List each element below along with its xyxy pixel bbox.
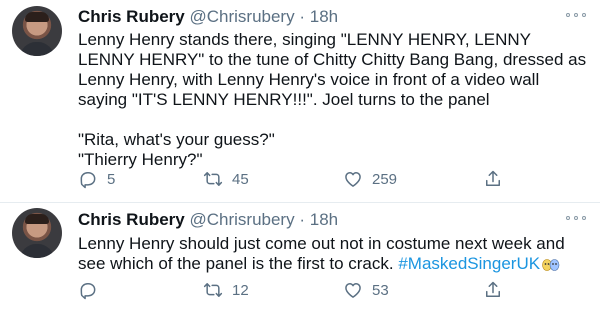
reply-count: 5 — [107, 170, 116, 188]
hashtag-link[interactable]: #MaskedSingerUK — [398, 254, 540, 273]
action-bar: 12 53 — [78, 278, 588, 302]
timestamp[interactable]: 18h — [310, 7, 338, 26]
retweet-count: 12 — [232, 281, 249, 299]
reply-button[interactable] — [78, 278, 107, 302]
masks-emoji — [542, 258, 560, 271]
retweet-icon — [203, 172, 223, 186]
timestamp[interactable]: 18h — [310, 210, 338, 229]
reply-button[interactable]: 5 — [78, 167, 115, 191]
like-button[interactable]: 259 — [343, 167, 397, 191]
separator: · — [299, 7, 306, 26]
heart-icon — [345, 172, 361, 187]
heart-icon — [345, 283, 361, 298]
tweet-text: Lenny Henry should just come out not in … — [78, 234, 588, 274]
share-button[interactable] — [483, 278, 503, 302]
share-button[interactable] — [483, 167, 503, 191]
more-icon[interactable] — [566, 215, 586, 221]
author-handle[interactable]: @Chrisrubery — [189, 210, 294, 229]
share-icon — [486, 281, 500, 297]
author-name[interactable]: Chris Rubery — [78, 7, 185, 26]
reply-icon — [80, 172, 96, 189]
tweet-text: Lenny Henry stands there, singing "LENNY… — [78, 30, 587, 169]
like-count: 53 — [372, 281, 389, 299]
tweet-header: Chris Rubery @Chrisrubery · 18h — [78, 7, 338, 27]
more-icon[interactable] — [566, 12, 586, 18]
retweet-icon — [203, 283, 223, 297]
author-handle[interactable]: @Chrisrubery — [189, 7, 294, 26]
retweet-button[interactable]: 12 — [203, 278, 249, 302]
tweet[interactable]: Chris Rubery @Chrisrubery · 18h Lenny He… — [0, 203, 600, 309]
like-count: 259 — [372, 170, 398, 188]
avatar[interactable] — [12, 208, 62, 258]
like-button[interactable]: 53 — [343, 278, 389, 302]
retweet-count: 45 — [232, 170, 249, 188]
tweet-header: Chris Rubery @Chrisrubery · 18h — [78, 210, 338, 230]
retweet-button[interactable]: 45 — [203, 167, 249, 191]
reply-icon — [80, 283, 96, 300]
avatar[interactable] — [12, 6, 62, 56]
action-bar: 5 45 259 — [78, 167, 588, 191]
separator: · — [299, 210, 306, 229]
share-icon — [486, 170, 500, 186]
author-name[interactable]: Chris Rubery — [78, 210, 185, 229]
tweet[interactable]: Chris Rubery @Chrisrubery · 18h Lenny He… — [0, 0, 600, 202]
